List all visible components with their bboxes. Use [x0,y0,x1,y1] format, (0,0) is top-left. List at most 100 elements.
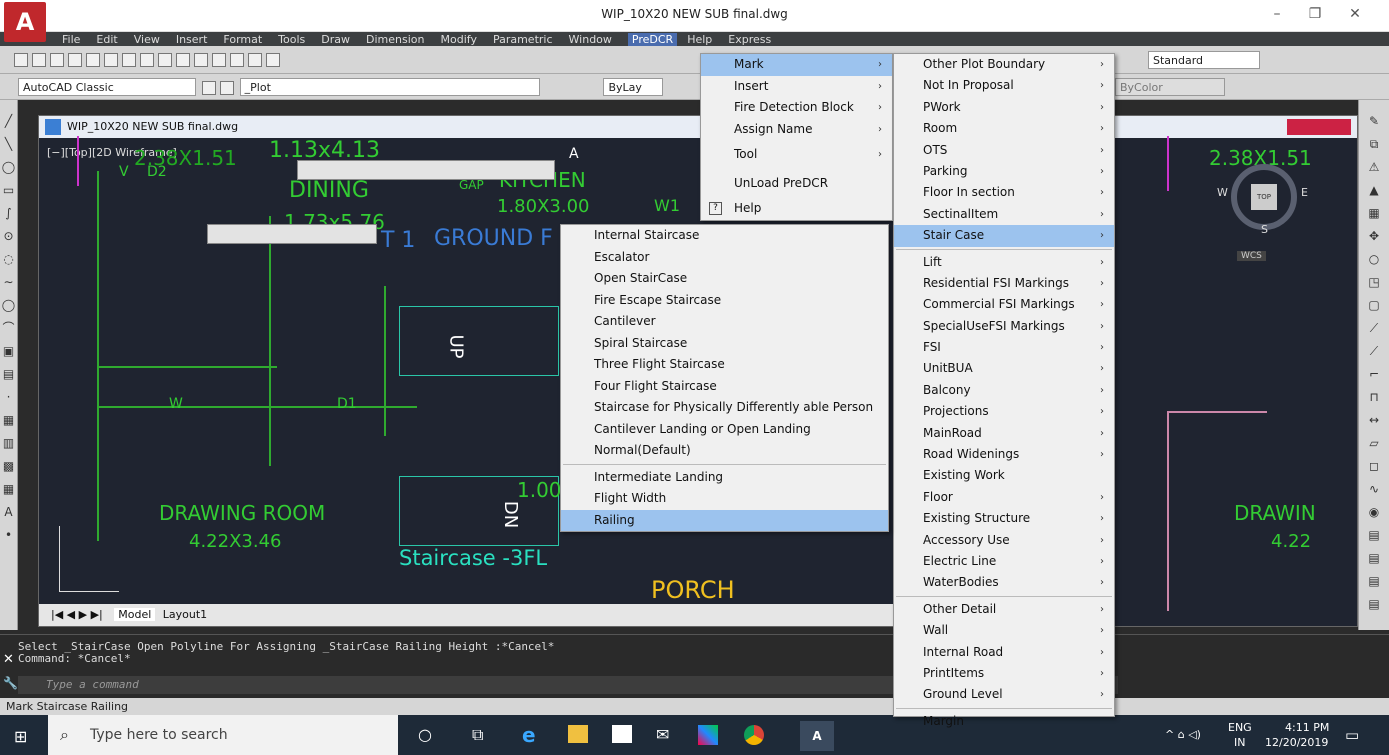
store-icon[interactable] [612,725,632,743]
cortana-icon[interactable]: ○ [418,725,432,744]
stair-item-three-flight-staircase[interactable]: Three Flight Staircase [561,354,888,376]
workspace-select[interactable]: AutoCAD Classic [18,78,196,96]
task-view-icon[interactable]: ⧉ [472,725,483,745]
new-icon[interactable] [14,53,28,67]
menu-predcr[interactable]: PreDCR [627,33,678,47]
menu-dimension[interactable]: Dimension [366,33,424,47]
clock-date[interactable]: 12/20/2019 [1265,736,1328,749]
stair-item-spiral-staircase[interactable]: Spiral Staircase [561,333,888,355]
autocad-taskbar-icon[interactable]: A [800,721,834,751]
menu-file[interactable]: File [62,33,80,47]
layer-icon[interactable] [219,80,234,95]
wcs-button[interactable]: WCS [1237,251,1266,261]
edge-icon[interactable]: e [522,723,536,747]
app-icon[interactable] [698,725,718,745]
mark-item-sectinalitem[interactable]: SectinalItem › [894,204,1114,225]
viewcube[interactable]: TOP [1231,164,1297,230]
predcr-item-mark[interactable]: Mark › [701,54,892,76]
floating-toolbar[interactable] [207,224,377,244]
gear-icon[interactable] [201,80,216,95]
restore-button[interactable]: ❐ [1300,6,1330,22]
print-icon[interactable] [68,53,82,67]
color-select[interactable]: ByColor [1115,78,1225,96]
search-box[interactable]: Type here to search [48,715,398,755]
properties-icon[interactable] [230,53,244,67]
mark-item-road-widenings[interactable]: Road Widenings › [894,444,1114,465]
tray-icons[interactable]: ^ ⌂ ◁) [1165,728,1201,741]
mark-item-internal-road[interactable]: Internal Road › [894,642,1114,663]
menu-draw[interactable]: Draw [321,33,350,47]
mark-item-other-plot-boundary[interactable]: Other Plot Boundary › [894,54,1114,75]
copy-icon[interactable] [122,53,136,67]
mark-item-existing-work[interactable]: Existing Work [894,465,1114,486]
mark-item-wall[interactable]: Wall › [894,620,1114,641]
mark-item-other-detail[interactable]: Other Detail › [894,599,1114,620]
linetype-select[interactable]: ByLay [603,78,664,96]
tab-layout1[interactable]: Layout1 [163,608,207,621]
minimize-button[interactable]: – [1262,6,1292,22]
menu-view[interactable]: View [134,33,160,47]
close-icon[interactable]: ✕ [3,652,14,667]
stair-item-fire-escape-staircase[interactable]: Fire Escape Staircase [561,290,888,312]
mark-item-specialusefsi-markings[interactable]: SpecialUseFSI Markings › [894,316,1114,337]
stair-item-escalator[interactable]: Escalator [561,247,888,269]
menu-insert[interactable]: Insert [176,33,208,47]
mark-item-residential-fsi-markings[interactable]: Residential FSI Markings › [894,273,1114,294]
stair-item-cantilever[interactable]: Cantilever [561,311,888,333]
windows-start-icon[interactable]: ⊞ [14,727,27,746]
tab-nav[interactable]: |◀ ◀ ▶ ▶| [51,608,103,621]
predcr-item-insert[interactable]: Insert › [701,76,892,98]
close-button[interactable]: ✕ [1340,6,1370,22]
mark-item-floor[interactable]: Floor › [894,487,1114,508]
text-style-select[interactable]: Standard [1148,51,1260,69]
mark-item-lift[interactable]: Lift › [894,252,1114,273]
undo-icon[interactable] [158,53,172,67]
menu-modify[interactable]: Modify [441,33,477,47]
save-icon[interactable] [50,53,64,67]
notification-icon[interactable]: ▭ [1345,726,1359,744]
stair-item-open-staircase[interactable]: Open StairCase [561,268,888,290]
autocad-logo-icon[interactable]: A [4,2,46,42]
mark-item-printitems[interactable]: PrintItems › [894,663,1114,684]
predcr-item-unload-predcr[interactable]: UnLoad PreDCR [701,169,892,198]
mark-item-floor-in-section[interactable]: Floor In section › [894,182,1114,203]
mail-icon[interactable]: ✉ [656,725,669,744]
menu-format[interactable]: Format [223,33,262,47]
mark-item-room[interactable]: Room › [894,118,1114,139]
explorer-icon[interactable] [568,725,588,743]
stair-item-normal-default[interactable]: Normal(Default) [561,440,888,462]
language-indicator[interactable]: ENG [1228,721,1252,734]
mark-item-fsi[interactable]: FSI › [894,337,1114,358]
stair-item-cantilever-landing-or-open-landing[interactable]: Cantilever Landing or Open Landing [561,419,888,441]
predcr-item-tool[interactable]: Tool › [701,140,892,169]
wrench-icon[interactable]: 🔧 [3,676,18,690]
mark-item-waterbodies[interactable]: WaterBodies › [894,572,1114,593]
mark-item-balcony[interactable]: Balcony › [894,380,1114,401]
floating-toolbar[interactable] [297,160,555,180]
mark-item-mainroad[interactable]: MainRoad › [894,423,1114,444]
menu-tools[interactable]: Tools [278,33,305,47]
stair-item-internal-staircase[interactable]: Internal Staircase [561,225,888,247]
stair-item-intermediate-landing[interactable]: Intermediate Landing [561,467,888,489]
mark-item-existing-structure[interactable]: Existing Structure › [894,508,1114,529]
mark-item-margin[interactable]: Margin [894,711,1114,732]
menu-window[interactable]: Window [569,33,612,47]
mark-item-commercial-fsi-markings[interactable]: Commercial FSI Markings › [894,294,1114,315]
open-icon[interactable] [32,53,46,67]
menu-edit[interactable]: Edit [96,33,117,47]
mark-item-unitbua[interactable]: UnitBUA › [894,358,1114,379]
stair-item-flight-width[interactable]: Flight Width [561,488,888,510]
region-indicator[interactable]: IN [1234,736,1245,749]
mark-item-accessory-use[interactable]: Accessory Use › [894,530,1114,551]
mark-item-pwork[interactable]: PWork › [894,97,1114,118]
pan-icon[interactable] [194,53,208,67]
menu-parametric[interactable]: Parametric [493,33,553,47]
tab-model[interactable]: Model [114,608,156,621]
predcr-item-fire-detection-block[interactable]: Fire Detection Block › [701,97,892,119]
mark-item-ground-level[interactable]: Ground Level › [894,684,1114,705]
drawing-window-controls[interactable] [1287,119,1351,135]
menu-express[interactable]: Express [728,33,771,47]
clock-time[interactable]: 4:11 PM [1285,721,1329,734]
chrome-icon[interactable] [744,725,764,745]
mark-item-parking[interactable]: Parking › [894,161,1114,182]
